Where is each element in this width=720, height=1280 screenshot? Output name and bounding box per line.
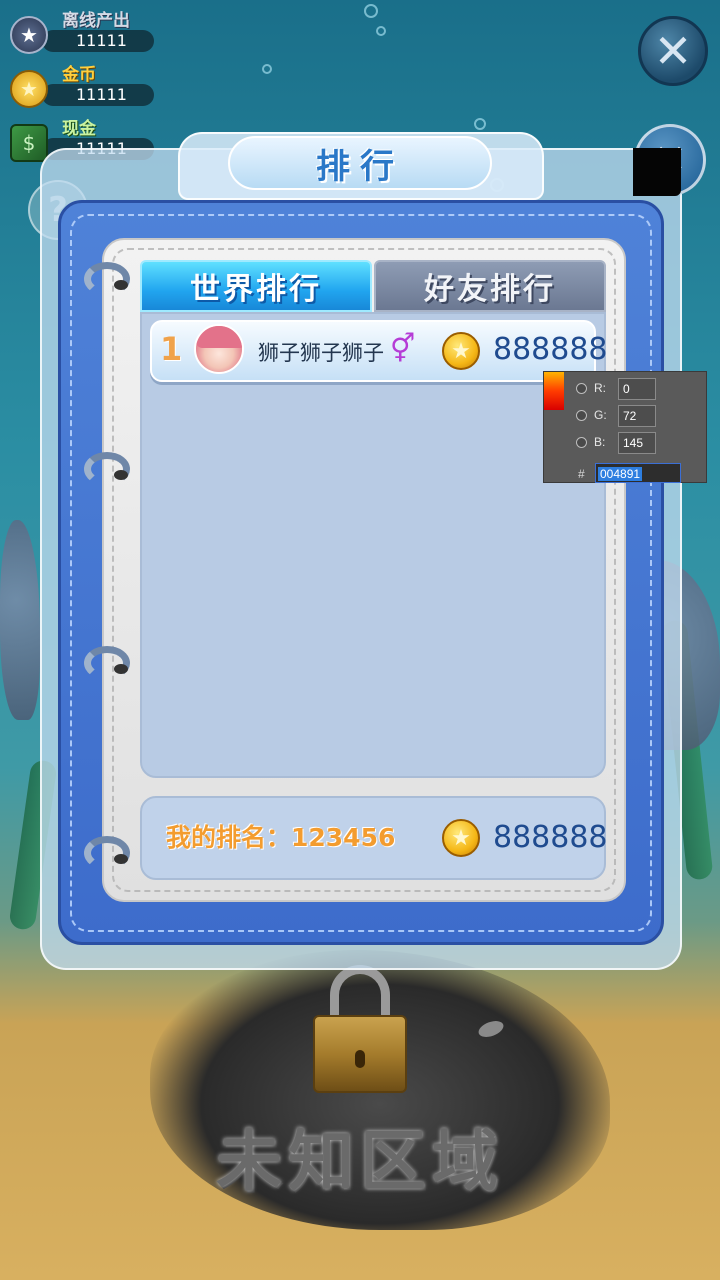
gold-coin-icon: ★ (10, 70, 48, 108)
keyhole-icon (355, 1050, 365, 1068)
bubble-decoration (376, 26, 386, 36)
hex-value: 004891 (598, 467, 643, 481)
g-radio[interactable] (576, 410, 587, 421)
unknown-area-label: 未知区域 (216, 1123, 504, 1200)
tab-world-ranking[interactable]: 世界排行 (140, 260, 372, 312)
g-label: G: (594, 408, 607, 422)
cash-label: 现金 (62, 119, 96, 139)
r-radio[interactable] (576, 383, 587, 394)
player-score: 888888 (493, 332, 608, 367)
avatar (194, 324, 244, 374)
female-gender-icon: ⚥ (390, 332, 416, 365)
color-picker-panel: R: 0 G: 72 B: 145 # 004891 (543, 371, 707, 483)
binder-ring-icon (84, 836, 132, 870)
gold-value: 11111 (42, 84, 154, 106)
r-label: R: (594, 381, 606, 395)
g-input[interactable]: 72 (618, 405, 656, 427)
tab-friend-ranking[interactable]: 好友排行 (374, 260, 606, 312)
bubble-decoration (364, 4, 378, 18)
offline-output-label: 离线产出 (62, 11, 130, 31)
bubble-decoration (474, 118, 486, 130)
close-button-mask (633, 148, 681, 196)
close-button[interactable]: ✕ (638, 16, 708, 86)
b-radio[interactable] (576, 437, 587, 448)
star-icon: ★ (10, 16, 48, 54)
color-swatch[interactable] (544, 372, 564, 410)
coin-icon: ★ (442, 819, 480, 857)
binder-ring-icon (84, 452, 132, 486)
b-input[interactable]: 145 (618, 432, 656, 454)
hex-hash-label: # (578, 467, 585, 481)
bubble-decoration (262, 64, 272, 74)
player-name: 狮子狮子狮子 (258, 341, 384, 365)
r-input[interactable]: 0 (618, 378, 656, 400)
hex-input[interactable]: 004891 (595, 463, 681, 483)
my-rank-label: 我的排名：123456 (166, 823, 396, 852)
b-label: B: (594, 435, 606, 449)
offline-output-value: 11111 (42, 30, 154, 52)
gold-label: 金币 (62, 65, 96, 85)
rock-decoration (0, 520, 40, 720)
my-score: 888888 (493, 820, 608, 855)
dialog-title: 排行 (228, 136, 492, 190)
binder-ring-icon (84, 262, 132, 296)
rank-number: 1 (160, 330, 183, 368)
coin-icon: ★ (442, 332, 480, 370)
cash-icon: $ (10, 124, 48, 162)
binder-ring-icon (84, 646, 132, 680)
